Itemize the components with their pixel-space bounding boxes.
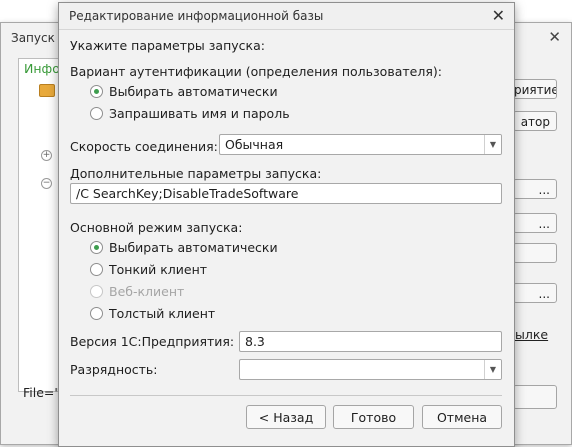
edit-infobase-dialog: Редактирование информационной базы ✕ Ука… (58, 2, 515, 447)
radio-selected-icon[interactable] (90, 241, 103, 254)
side-button-5[interactable] (513, 243, 557, 263)
version-input[interactable]: 8.3 (239, 331, 502, 352)
mode-option-thick[interactable]: Толстый клиент (90, 306, 215, 322)
bitness-label: Разрядность: (70, 362, 158, 377)
auth-option-auto[interactable]: Выбирать автоматически (90, 84, 278, 100)
finish-button[interactable]: Готово (333, 405, 414, 429)
heading: Укажите параметры запуска: (70, 38, 265, 53)
chevron-down-icon[interactable]: ▼ (484, 360, 501, 379)
chevron-down-icon[interactable]: ▼ (484, 135, 501, 154)
side-button-6[interactable]: ... (513, 283, 557, 303)
radio-disabled-icon (90, 285, 103, 298)
divider (70, 395, 502, 396)
bottom-button[interactable] (513, 385, 557, 409)
auth-label: Вариант аутентификации (определения поль… (70, 64, 442, 79)
file-path-text: File=" (23, 385, 61, 400)
launch-configurator-button[interactable]: атор (513, 111, 557, 131)
mode-option-thin[interactable]: Тонкий клиент (90, 262, 207, 278)
back-button[interactable]: < Назад (246, 405, 326, 429)
launch-enterprise-button[interactable]: риятие (513, 79, 557, 99)
radio-icon[interactable] (90, 263, 103, 276)
folder-icon (39, 84, 55, 97)
close-icon[interactable]: ✕ (492, 6, 505, 25)
cancel-button[interactable]: Отмена (422, 405, 502, 429)
speed-label: Скорость соединения: (70, 139, 218, 154)
tree-header: Инфо (24, 61, 60, 76)
bitness-select[interactable]: ▼ (239, 359, 502, 380)
background-close-icon[interactable]: ✕ (548, 28, 561, 46)
radio-icon[interactable] (90, 107, 103, 120)
settings-link[interactable]: ылке (515, 327, 548, 342)
speed-select[interactable]: Обычная ▼ (219, 134, 502, 155)
radio-icon[interactable] (90, 307, 103, 320)
version-label: Версия 1С:Предприятия: (70, 334, 235, 349)
extra-params-input[interactable]: /C SearchKey;DisableTradeSoftware (70, 183, 502, 204)
radio-selected-icon[interactable] (90, 85, 103, 98)
collapse-icon[interactable]: − (41, 178, 52, 189)
mode-label: Основной режим запуска: (70, 220, 243, 235)
side-button-3[interactable]: ... (513, 179, 557, 199)
mode-option-web: Веб-клиент (90, 284, 184, 300)
dialog-title: Редактирование информационной базы (69, 9, 324, 23)
mode-option-auto[interactable]: Выбирать автоматически (90, 240, 278, 256)
dialog-titlebar: Редактирование информационной базы ✕ (59, 3, 514, 30)
extra-params-label: Дополнительные параметры запуска: (70, 166, 322, 181)
expand-icon[interactable]: + (41, 150, 52, 161)
side-button-4[interactable]: ... (513, 213, 557, 233)
auth-option-password[interactable]: Запрашивать имя и пароль (90, 106, 290, 122)
